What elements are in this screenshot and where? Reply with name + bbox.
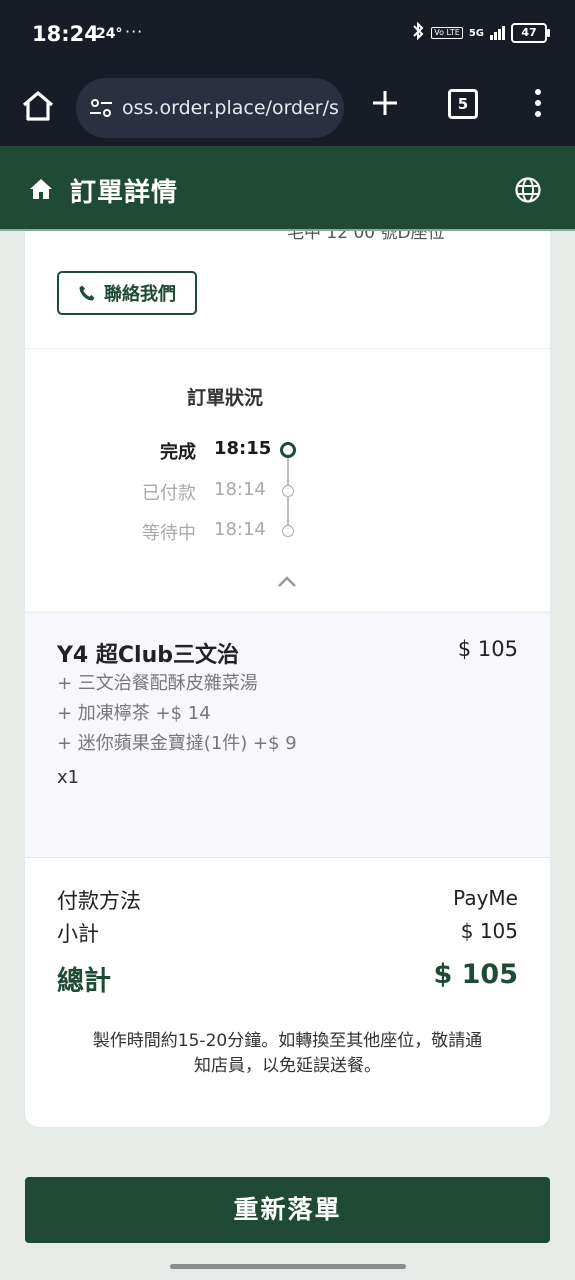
order-card: 毛中 12 00 號D座位 聯絡我們 訂單狀況 完成 18:15 已付款 18:… <box>25 231 550 1127</box>
order-item-section: Y4 超Club三文治 $ 105 + 三文治餐配酥皮雜菜湯 + 加凍檸茶 +$… <box>25 611 550 857</box>
bluetooth-icon <box>411 21 425 44</box>
signal-icon <box>490 26 505 40</box>
item-name: Y4 超Club三文治 <box>57 643 239 668</box>
timeline-label: 完成 <box>160 442 196 463</box>
volte-icon: Vo LTE <box>431 27 463 39</box>
timeline-label: 等待中 <box>142 523 196 544</box>
order-status-title: 訂單狀況 <box>186 387 263 409</box>
more-menu-icon[interactable] <box>528 88 548 118</box>
subtotal-label: 小計 <box>57 922 99 946</box>
item-quantity: x1 <box>57 767 80 788</box>
contact-us-label[interactable]: 聯絡我們 <box>104 280 176 306</box>
preparation-note: 製作時間約15-20分鐘。如轉換至其他座位，敬請通知店員，以免延誤送餐。 <box>92 1031 483 1076</box>
timeline-dot <box>282 485 294 497</box>
temperature: 24° <box>96 26 123 42</box>
browser-home-icon[interactable] <box>18 86 58 126</box>
status-bar: 18:24 24° ··· Vo LTE 5G 47 <box>0 0 575 70</box>
language-globe-icon[interactable] <box>514 176 542 204</box>
divider <box>25 348 550 349</box>
timeline-label: 已付款 <box>142 483 196 504</box>
timeline-time: 18:14 <box>214 519 266 540</box>
more-notifications-icon: ··· <box>125 22 144 41</box>
battery-icon: 47 <box>511 23 550 43</box>
gesture-nav-bar[interactable] <box>170 1264 406 1269</box>
page-title: 訂單詳情 <box>70 178 179 208</box>
item-addon: + 迷你蘋果金寶撻(1件) +$ 9 <box>57 733 297 754</box>
network-type: 5G <box>468 27 484 39</box>
timeline-dot-active <box>280 442 296 458</box>
divider <box>25 857 550 858</box>
section-shadow <box>25 611 550 617</box>
timeline-time: 18:15 <box>214 438 272 459</box>
subtotal-value: $ 105 <box>460 919 518 943</box>
timeline-dot <box>282 525 294 537</box>
browser-toolbar: oss.order.place/order/s 5 <box>0 70 575 146</box>
url-text[interactable]: oss.order.place/order/s <box>122 97 339 119</box>
item-addon: + 三文治餐配酥皮雜菜湯 <box>57 673 258 694</box>
timeline-time: 18:14 <box>214 479 266 500</box>
payment-method-value: PayMe <box>453 886 518 910</box>
phone-icon <box>79 285 95 301</box>
item-price: $ 105 <box>457 637 518 661</box>
clock: 18:24 <box>32 22 99 46</box>
tab-switcher-button[interactable]: 5 <box>448 89 478 119</box>
home-icon[interactable] <box>28 176 54 202</box>
item-addon: + 加凍檸茶 +$ 14 <box>57 703 211 724</box>
contact-us-button[interactable]: 聯絡我們 <box>57 271 197 315</box>
new-tab-icon[interactable] <box>370 88 400 118</box>
payment-method-label: 付款方法 <box>57 889 141 913</box>
site-settings-icon[interactable] <box>88 96 114 120</box>
total-label: 總計 <box>57 966 111 997</box>
table-info: 毛中 12 00 號D座位 <box>287 231 445 243</box>
collapse-chevron-up-icon[interactable] <box>275 573 299 591</box>
address-bar[interactable]: oss.order.place/order/s <box>76 78 344 138</box>
total-value: $ 105 <box>433 959 518 990</box>
reorder-button[interactable]: 重新落單 <box>25 1177 550 1243</box>
app-header: 訂單詳情 <box>0 146 575 231</box>
